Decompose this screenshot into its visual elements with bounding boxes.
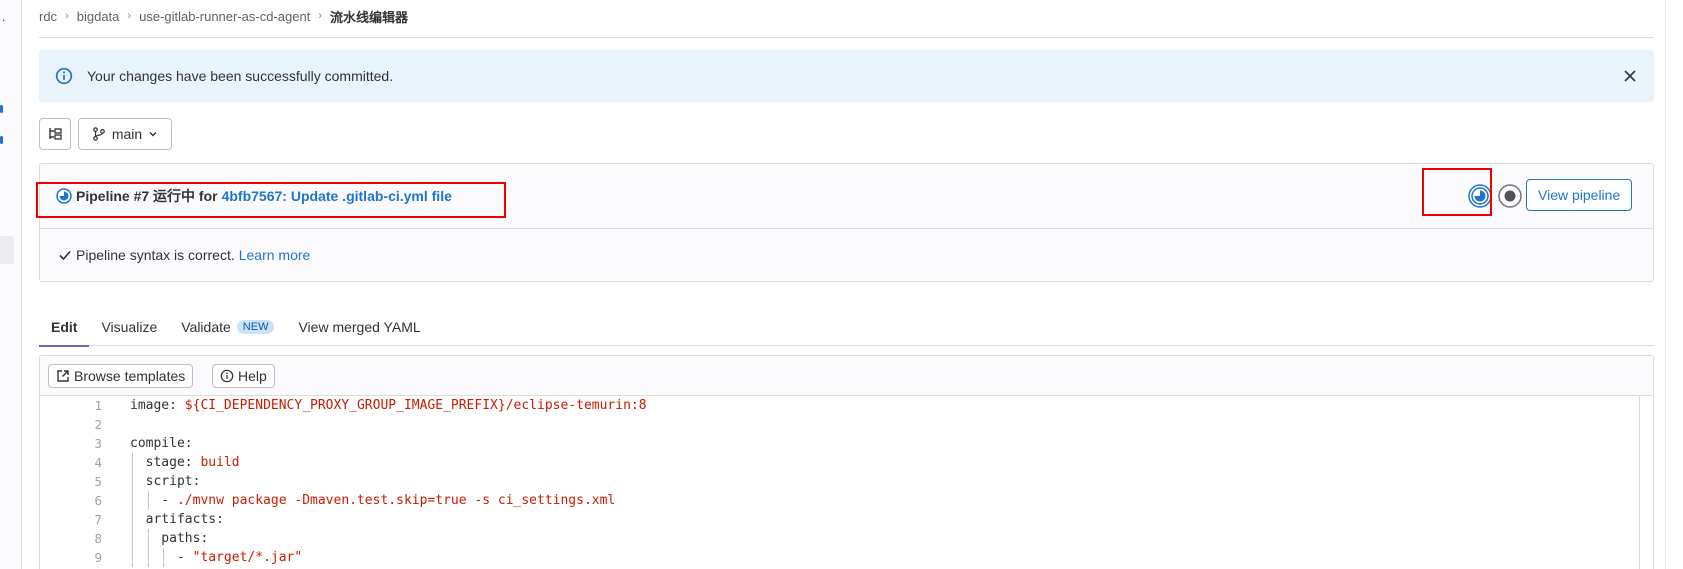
line-source: - ./mvnw package -Dmaven.test.skip=true …	[130, 493, 616, 508]
branch-name: main	[111, 126, 143, 142]
line-number: 4	[94, 455, 102, 470]
indent-guide	[147, 548, 149, 567]
page-scrollbar[interactable]	[1665, 0, 1683, 569]
indent-guide	[163, 548, 165, 567]
external-link-icon	[57, 370, 69, 382]
annotation-box-stage-icon	[1422, 168, 1492, 216]
code-line[interactable]: 7 artifacts:	[40, 510, 1653, 529]
close-icon	[1624, 70, 1636, 82]
breadcrumb-divider	[39, 37, 1654, 38]
indent-guide	[132, 472, 133, 491]
code-line[interactable]: 8 paths:	[40, 529, 1653, 548]
tab-validate[interactable]: Validate NEW	[169, 308, 286, 346]
line-number: 9	[94, 550, 102, 565]
line-source: artifacts:	[130, 512, 224, 527]
line-number: 6	[94, 493, 102, 508]
left-sidebar: .	[0, 0, 22, 569]
indent-guide	[132, 529, 133, 548]
breadcrumb: rdc › bigdata › use-gitlab-runner-as-cd-…	[39, 6, 408, 26]
indent-guide	[132, 510, 133, 529]
indent-guide	[147, 529, 149, 548]
breadcrumb-item-rdc[interactable]: rdc	[39, 9, 57, 24]
help-button[interactable]: Help	[212, 364, 275, 388]
code-line[interactable]: 3 compile:	[40, 434, 1653, 453]
new-badge: NEW	[236, 320, 275, 334]
chevron-right-icon: ›	[65, 10, 69, 22]
file-tree-toggle-button[interactable]	[39, 118, 71, 150]
indent-guide	[132, 491, 133, 510]
line-source: - "target/*.jar"	[130, 550, 303, 565]
code-editor: Browse templates Help 1 image: ${CI_DEPEN…	[39, 355, 1654, 569]
view-pipeline-button[interactable]: View pipeline	[1526, 179, 1633, 211]
code-content[interactable]: 1 image: ${CI_DEPENDENCY_PROXY_GROUP_IMAG…	[40, 396, 1653, 569]
branch-selector[interactable]: main	[78, 118, 172, 150]
pipeline-syntax-status: Pipeline syntax is correct. Learn more	[58, 247, 310, 263]
breadcrumb-item-project[interactable]: use-gitlab-runner-as-cd-agent	[139, 9, 310, 24]
line-number: 8	[94, 531, 102, 546]
code-line[interactable]: 5 script:	[40, 472, 1653, 491]
tab-view-merged-yaml[interactable]: View merged YAML	[286, 308, 432, 346]
browse-templates-button[interactable]: Browse templates	[48, 364, 194, 388]
line-source: paths:	[130, 531, 209, 546]
tab-edit[interactable]: Edit	[39, 308, 90, 347]
editor-toolbar: Browse templates Help	[40, 356, 1653, 396]
editor-scrollbar[interactable]	[1639, 396, 1653, 569]
line-number: 5	[94, 474, 102, 489]
info-icon	[55, 67, 73, 85]
indent-guide	[132, 548, 133, 567]
chevron-right-icon: ›	[318, 10, 322, 22]
indent-guide	[147, 491, 149, 510]
tab-visualize[interactable]: Visualize	[89, 308, 169, 346]
line-source: stage: build	[130, 455, 240, 470]
line-number: 1	[94, 398, 102, 413]
breadcrumb-item-bigdata[interactable]: bigdata	[77, 9, 120, 24]
alert-message: Your changes have been successfully comm…	[87, 68, 394, 84]
annotation-box-pipeline-status	[36, 182, 506, 218]
branch-icon	[92, 127, 105, 141]
line-source: script:	[130, 474, 201, 489]
breadcrumb-current: 流水线编辑器	[330, 9, 409, 25]
code-line[interactable]: 1 image: ${CI_DEPENDENCY_PROXY_GROUP_IMAG…	[40, 396, 1653, 415]
line-number: 2	[94, 417, 102, 432]
editor-tabs: Edit Visualize Validate NEW View merged …	[39, 308, 1654, 347]
card-divider	[40, 228, 1653, 229]
sidebar-indicator-icon	[0, 105, 3, 113]
alert-close-button[interactable]	[1620, 66, 1640, 86]
line-source: compile:	[130, 436, 193, 451]
sidebar-dot-icon: .	[2, 10, 6, 24]
file-tree-icon	[49, 128, 62, 140]
code-line[interactable]: 2	[40, 415, 1653, 434]
check-icon	[59, 250, 71, 261]
line-number: 7	[94, 512, 102, 527]
learn-more-link[interactable]: Learn more	[239, 247, 311, 263]
code-line[interactable]: 6 - ./mvnw package -Dmaven.test.skip=tru…	[40, 491, 1653, 510]
info-icon	[220, 369, 234, 383]
chevron-right-icon: ›	[127, 10, 132, 22]
sidebar-active-item[interactable]	[0, 236, 14, 264]
chevron-down-icon	[149, 132, 157, 137]
indent-guide	[132, 453, 133, 472]
syntax-message: Pipeline syntax is correct.	[76, 247, 235, 263]
line-number: 3	[94, 436, 102, 451]
sidebar-indicator-icon	[0, 136, 3, 144]
line-source: image: ${CI_DEPENDENCY_PROXY_GROUP_IMAGE…	[130, 398, 647, 413]
pipeline-status-card: Pipeline #7 运行中 for 4bfb7567: Update .gi…	[39, 163, 1654, 282]
stage-pending-icon[interactable]	[1498, 184, 1522, 208]
code-line[interactable]: 9 - "target/*.jar"	[40, 548, 1653, 567]
success-alert: Your changes have been successfully comm…	[39, 50, 1654, 102]
code-line[interactable]: 4 stage: build	[40, 453, 1653, 472]
